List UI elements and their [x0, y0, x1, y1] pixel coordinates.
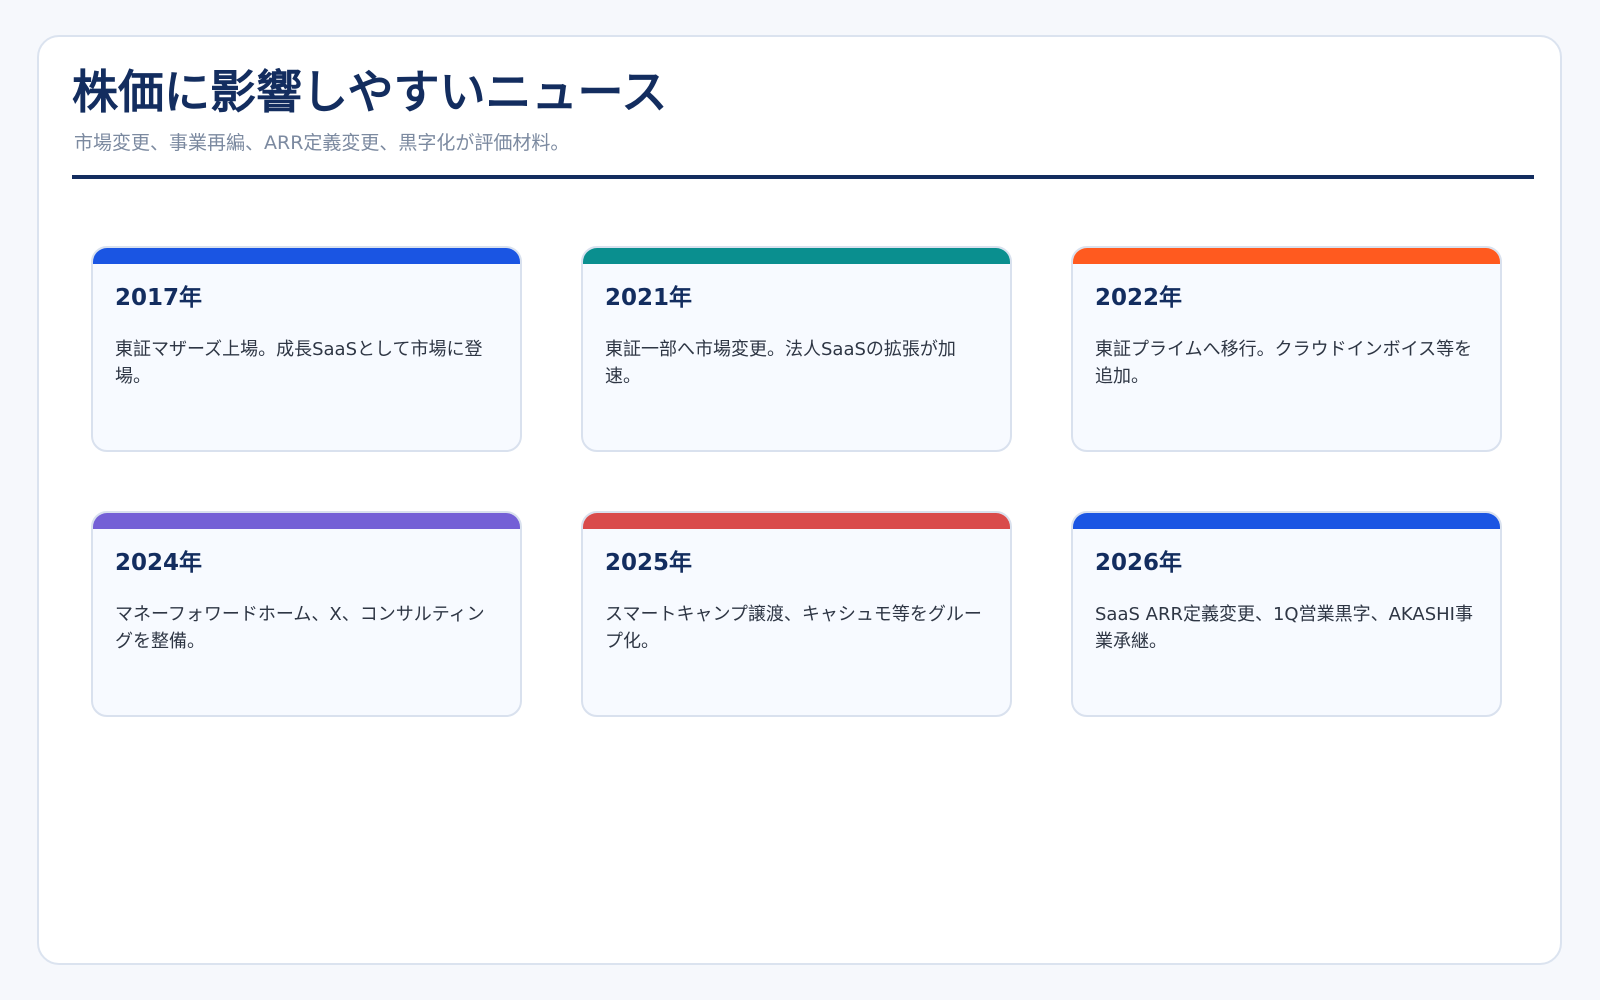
news-card-2017: 2017年 東証マザーズ上場。成長SaaSとして市場に登場。	[91, 246, 522, 452]
card-description: 東証マザーズ上場。成長SaaSとして市場に登場。	[115, 339, 483, 387]
card-accent-bar	[93, 248, 520, 264]
card-year: 2024年	[115, 550, 203, 576]
news-card-2022: 2022年 東証プライムへ移行。クラウドインボイス等を追加。	[1071, 246, 1502, 452]
card-description: 東証プライムへ移行。クラウドインボイス等を追加。	[1095, 339, 1473, 387]
card-year: 2017年	[115, 285, 203, 311]
card-description: SaaS ARR定義変更、1Q営業黒字、AKASHI事業承継。	[1095, 604, 1473, 652]
card-accent-bar	[1073, 513, 1500, 529]
card-year: 2021年	[605, 285, 693, 311]
news-card-2021: 2021年 東証一部へ市場変更。法人SaaSの拡張が加速。	[581, 246, 1012, 452]
card-description: スマートキャンプ譲渡、キャシュモ等をグループ化。	[605, 604, 982, 652]
card-year: 2022年	[1095, 285, 1183, 311]
card-description: 東証一部へ市場変更。法人SaaSの拡張が加速。	[605, 339, 956, 387]
card-accent-bar	[583, 513, 1010, 529]
card-accent-bar	[1073, 248, 1500, 264]
news-panel: 株価に影響しやすいニュース 市場変更、事業再編、ARR定義変更、黒字化が評価材料…	[37, 35, 1562, 965]
card-accent-bar	[583, 248, 1010, 264]
card-description: マネーフォワードホーム、X、コンサルティングを整備。	[115, 604, 485, 652]
card-year: 2025年	[605, 550, 693, 576]
news-card-grid: 2017年 東証マザーズ上場。成長SaaSとして市場に登場。 2021年 東証一…	[39, 37, 1560, 963]
news-card-2025: 2025年 スマートキャンプ譲渡、キャシュモ等をグループ化。	[581, 511, 1012, 717]
news-card-2026: 2026年 SaaS ARR定義変更、1Q営業黒字、AKASHI事業承継。	[1071, 511, 1502, 717]
news-card-2024: 2024年 マネーフォワードホーム、X、コンサルティングを整備。	[91, 511, 522, 717]
card-year: 2026年	[1095, 550, 1183, 576]
card-accent-bar	[93, 513, 520, 529]
